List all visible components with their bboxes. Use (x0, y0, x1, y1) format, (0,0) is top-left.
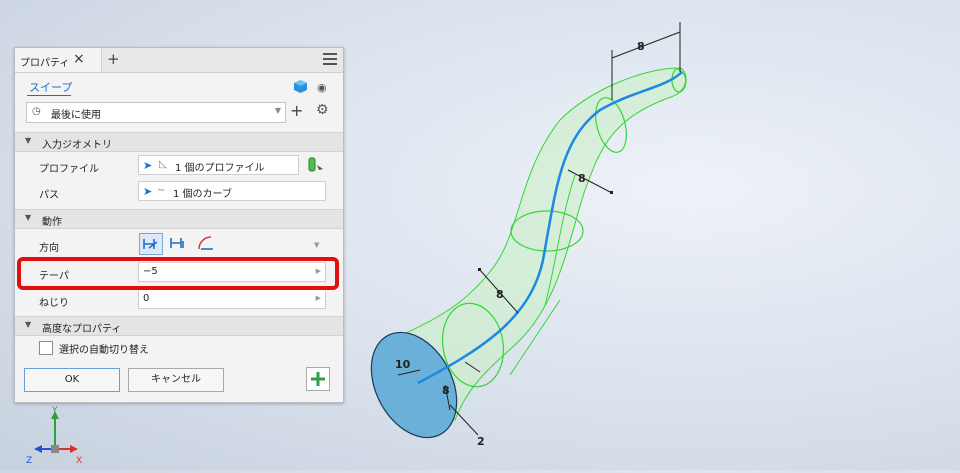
eye-icon[interactable]: ◉ (317, 81, 327, 94)
profile-shape-icon: ◺ (159, 159, 167, 170)
cube-icon[interactable] (294, 80, 307, 93)
parallel-direction-icon (170, 238, 184, 248)
dim-label: 8 (578, 172, 586, 185)
axis-y-label: Y (51, 406, 58, 416)
axis-z-label: Z (26, 456, 32, 466)
dim-label: 2 (477, 435, 485, 448)
dim-label: 10 (395, 358, 411, 371)
section-label: 高度なプロパティ (42, 324, 122, 335)
auto-switch-label: 選択の自動切り替え (59, 345, 149, 356)
path-direction-icon (143, 239, 158, 249)
guide-direction-icon (198, 236, 213, 250)
path-label: パス (39, 190, 59, 201)
tab-properties[interactable]: プロパティ × (15, 48, 102, 72)
path-direction-button[interactable] (139, 233, 163, 255)
clock-icon: ◷ (32, 106, 41, 117)
cancel-button[interactable]: キャンセル (128, 368, 224, 392)
chevron-down-icon: ▼ (274, 106, 281, 115)
chevron-down-icon[interactable]: ▼ (314, 241, 319, 249)
section-behavior[interactable]: ▼ 動作 (15, 209, 343, 229)
path-selector[interactable]: ➤ ∼ 1 個のカーブ (138, 181, 326, 201)
dim-label: 8 (637, 40, 645, 53)
auto-switch-checkbox[interactable] (39, 341, 53, 355)
preset-dropdown[interactable]: ◷ 最後に使用 ▼ (26, 102, 286, 123)
dim-label: 8 (496, 288, 504, 301)
properties-panel: プロパティ × + スイープ ◉ ◷ 最後に使用 ▼ + ⚙ ▼ 入力ジオメトリ… (14, 47, 344, 403)
direction-label: 方向 (39, 243, 59, 254)
curve-icon: ∼ (157, 185, 166, 196)
path-value: 1 個のカーブ (173, 189, 232, 200)
collapse-arrow-icon: ▼ (25, 136, 32, 145)
preset-value: 最後に使用 (51, 110, 101, 121)
section-label: 動作 (42, 217, 62, 228)
feature-name-link[interactable]: スイープ (29, 79, 72, 95)
close-icon[interactable]: × (73, 51, 85, 67)
apply-plus-button[interactable] (306, 367, 330, 391)
twist-input[interactable]: 0 ▶ (138, 289, 326, 309)
collapse-arrow-icon: ▼ (25, 213, 32, 222)
section-label: 入力ジオメトリ (42, 140, 112, 151)
guide-direction-button[interactable] (195, 233, 217, 253)
link-underline (27, 95, 71, 96)
green-plus-icon (311, 372, 325, 386)
add-preset-button[interactable]: + (290, 101, 303, 120)
axis-x-label: X (76, 456, 82, 466)
add-tab-icon[interactable]: + (107, 50, 120, 68)
profile-label: プロファイル (39, 164, 99, 175)
hamburger-menu-icon[interactable] (323, 53, 337, 65)
panel-tabbar: プロパティ × + (15, 48, 343, 73)
solid-profile-icon[interactable] (307, 156, 325, 174)
profile-selector[interactable]: ➤ ◺ 1 個のプロファイル (138, 155, 299, 175)
select-cursor-icon: ➤ (143, 159, 153, 172)
axis-triad: Y X Z (26, 406, 82, 466)
parallel-direction-button[interactable] (167, 233, 189, 253)
select-cursor-icon: ➤ (143, 185, 153, 198)
profile-value: 1 個のプロファイル (175, 163, 265, 174)
twist-label: ねじり (39, 298, 69, 309)
twist-value: 0 (143, 293, 150, 304)
ok-button[interactable]: OK (24, 368, 120, 392)
dim-label: 8 (442, 384, 450, 397)
spinner-arrow-icon[interactable]: ▶ (316, 294, 321, 302)
section-advanced[interactable]: ▼ 高度なプロパティ (15, 316, 343, 336)
taper-highlight-box (17, 257, 339, 290)
tab-label: プロパティ (20, 58, 70, 69)
gear-icon[interactable]: ⚙ (316, 102, 329, 118)
section-input-geometry[interactable]: ▼ 入力ジオメトリ (15, 132, 343, 152)
collapse-arrow-icon: ▼ (25, 320, 32, 329)
